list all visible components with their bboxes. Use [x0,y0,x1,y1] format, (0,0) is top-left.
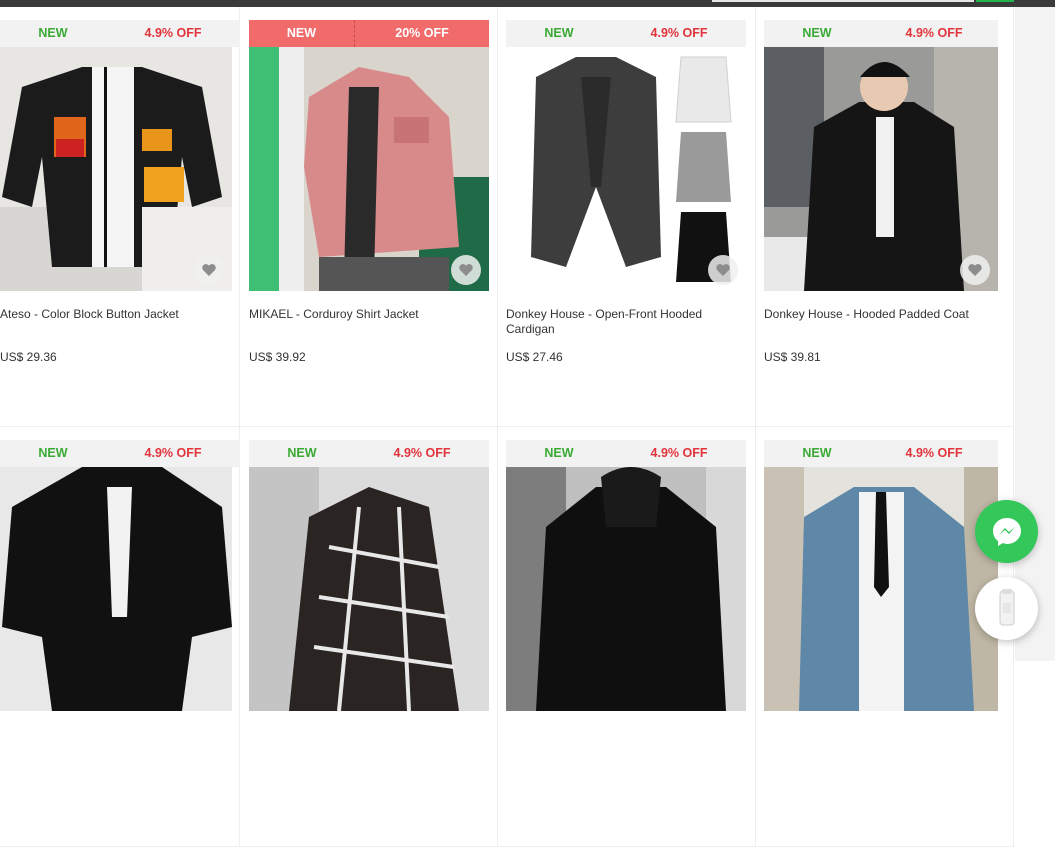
new-badge: NEW [764,440,870,467]
product-title[interactable]: Donkey House - Hooded Padded Coat [764,307,996,322]
heart-icon [968,264,982,276]
badge-row: NEW 20% OFF [249,20,489,47]
product-card[interactable]: NEW 4.9% OFF Donkey House - Hooded Padde… [756,7,1014,427]
messenger-chat-button[interactable] [975,500,1038,563]
product-price: US$ 29.36 [0,350,57,364]
product-title[interactable]: MIKAEL - Corduroy Shirt Jacket [249,307,481,322]
product-price: US$ 39.92 [249,350,306,364]
new-badge: NEW [249,440,355,467]
badge-row: NEW 4.9% OFF [506,20,746,47]
product-image[interactable] [0,47,232,291]
recently-viewed-button[interactable] [975,577,1038,640]
badge-row: NEW 4.9% OFF [506,440,746,467]
new-badge: NEW [0,20,106,47]
top-bar [0,0,1055,7]
discount-badge: 4.9% OFF [106,20,240,47]
search-bar-edge[interactable] [712,0,974,2]
right-gutter [1015,7,1055,661]
product-image[interactable] [249,467,489,711]
new-badge: NEW [0,440,106,467]
new-badge: NEW [249,20,355,47]
product-title[interactable]: Donkey House - Open-Front Hooded Cardiga… [506,307,738,337]
discount-badge: 4.9% OFF [870,20,998,47]
badge-row: NEW 4.9% OFF [0,20,240,47]
search-button-edge[interactable] [976,0,1014,2]
badge-row: NEW 4.9% OFF [764,20,998,47]
product-card[interactable]: NEW 4.9% OFF Ateso - Color Block Button … [0,7,240,427]
messenger-icon [992,517,1021,546]
wishlist-button[interactable] [194,255,224,285]
discount-badge: 4.9% OFF [106,440,240,467]
heart-icon [716,264,730,276]
wishlist-button[interactable] [708,255,738,285]
product-card[interactable]: NEW 4.9% OFF [756,427,1014,847]
discount-badge: 4.9% OFF [355,440,489,467]
new-badge: NEW [506,440,612,467]
wishlist-button[interactable] [451,255,481,285]
product-image[interactable] [764,47,998,291]
product-card[interactable]: NEW 4.9% OFF [240,427,498,847]
product-image[interactable] [764,467,998,711]
product-card[interactable]: NEW 20% OFF MIKAEL - Corduroy Shirt Jack… [240,7,498,427]
badge-row: NEW 4.9% OFF [764,440,998,467]
product-title[interactable]: Ateso - Color Block Button Jacket [0,307,232,322]
heart-icon [459,264,473,276]
discount-badge: 4.9% OFF [870,440,998,467]
wishlist-button[interactable] [960,255,990,285]
discount-badge: 4.9% OFF [612,440,746,467]
badge-row: NEW 4.9% OFF [0,440,240,467]
new-badge: NEW [506,20,612,47]
discount-badge: 20% OFF [355,20,489,47]
product-image[interactable] [0,467,232,711]
heart-icon [202,264,216,276]
badge-row: NEW 4.9% OFF [249,440,489,467]
product-thumbnail [999,588,1014,625]
product-card[interactable]: NEW 4.9% OFF Donkey House - Open-Front H… [498,7,756,427]
product-card[interactable]: NEW 4.9% OFF [498,427,756,847]
product-image[interactable] [249,47,489,291]
product-price: US$ 39.81 [764,350,821,364]
product-image[interactable] [506,47,746,291]
product-price: US$ 27.46 [506,350,563,364]
product-card[interactable]: NEW 4.9% OFF [0,427,240,847]
product-image[interactable] [506,467,746,711]
new-badge: NEW [764,20,870,47]
discount-badge: 4.9% OFF [612,20,746,47]
